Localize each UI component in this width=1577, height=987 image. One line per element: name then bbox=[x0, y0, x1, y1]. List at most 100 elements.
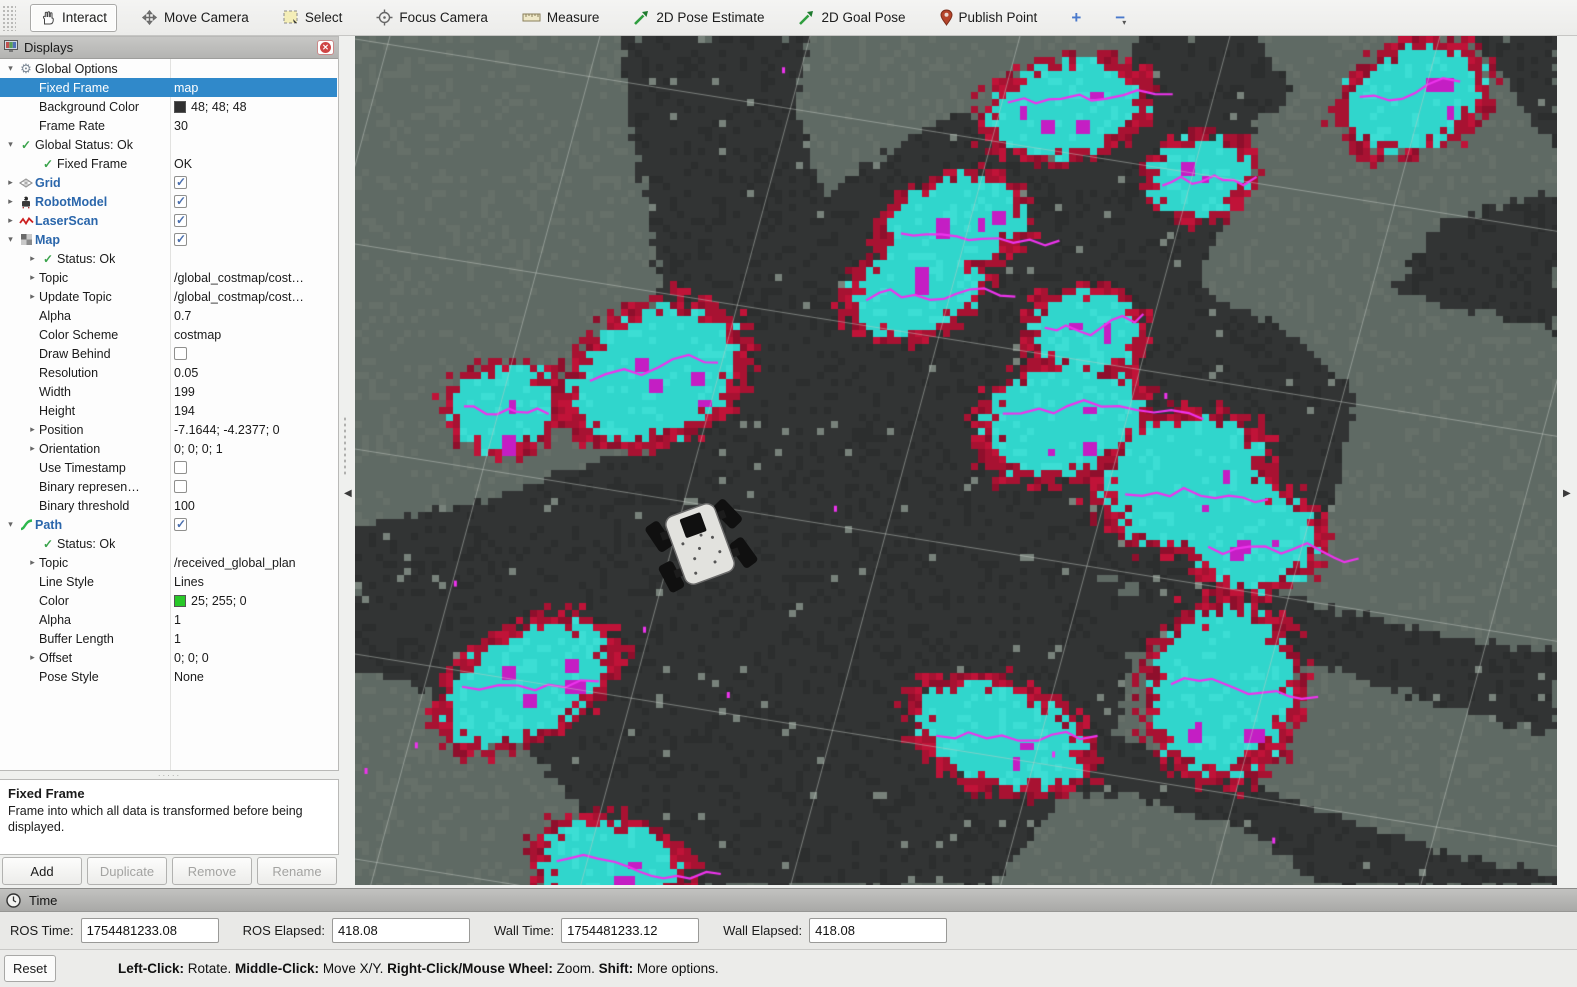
expander-closed-icon[interactable]: ▸ bbox=[26, 652, 39, 663]
tree-row-fixed-frame[interactable]: Fixed Framemap bbox=[0, 78, 337, 97]
expander-open-icon[interactable]: ▾ bbox=[4, 63, 17, 74]
property-value[interactable] bbox=[174, 477, 187, 496]
ros-elapsed-input[interactable] bbox=[332, 918, 470, 943]
property-value[interactable]: costmap bbox=[174, 325, 221, 344]
property-value[interactable]: 0; 0; 0 bbox=[174, 648, 209, 667]
property-value[interactable]: /global_costmap/cost… bbox=[174, 287, 304, 306]
tree-row-map[interactable]: ▾Map bbox=[0, 230, 337, 249]
rename-button[interactable]: Rename bbox=[257, 857, 337, 885]
tree-row-pose-style[interactable]: Pose StyleNone bbox=[0, 667, 337, 686]
property-value[interactable]: 0.05 bbox=[174, 363, 198, 382]
checkbox-checked[interactable] bbox=[174, 518, 187, 531]
expander-closed-icon[interactable]: ▸ bbox=[26, 557, 39, 568]
property-value[interactable]: -7.1644; -4.2377; 0 bbox=[174, 420, 280, 439]
duplicate-button[interactable]: Duplicate bbox=[87, 857, 167, 885]
tree-row-resolution[interactable]: Resolution0.05 bbox=[0, 363, 337, 382]
tool-button-measure[interactable]: Measure bbox=[512, 4, 610, 31]
tool-button-select[interactable]: Select bbox=[273, 4, 353, 31]
property-value[interactable] bbox=[174, 344, 187, 363]
expander-closed-icon[interactable]: ▸ bbox=[4, 177, 17, 188]
tool-button-move-camera[interactable]: Move Camera bbox=[131, 3, 259, 32]
property-value[interactable]: 48; 48; 48 bbox=[174, 97, 247, 116]
ros-time-input[interactable] bbox=[81, 918, 219, 943]
property-value[interactable] bbox=[174, 458, 187, 477]
tree-row-use-timestamp[interactable]: Use Timestamp bbox=[0, 458, 337, 477]
reset-button[interactable]: Reset bbox=[4, 955, 56, 982]
tree-row-color-scheme[interactable]: Color Schemecostmap bbox=[0, 325, 337, 344]
property-value[interactable]: 0.7 bbox=[174, 306, 191, 325]
tool-button-plus-icon[interactable]: + bbox=[1061, 3, 1091, 32]
checkbox-checked[interactable] bbox=[174, 176, 187, 189]
property-value[interactable]: 30 bbox=[174, 116, 188, 135]
property-value[interactable] bbox=[174, 230, 187, 249]
remove-button[interactable]: Remove bbox=[172, 857, 252, 885]
render-view[interactable] bbox=[355, 36, 1557, 885]
expander-closed-icon[interactable]: ▸ bbox=[26, 291, 39, 302]
wall-time-input[interactable] bbox=[561, 918, 699, 943]
tree-row-alpha[interactable]: Alpha0.7 bbox=[0, 306, 337, 325]
checkbox-checked[interactable] bbox=[174, 214, 187, 227]
tree-row-topic[interactable]: ▸Topic/global_costmap/cost… bbox=[0, 268, 337, 287]
expander-closed-icon[interactable]: ▸ bbox=[4, 215, 17, 226]
expander-open-icon[interactable]: ▾ bbox=[4, 519, 17, 530]
expander-open-icon[interactable]: ▾ bbox=[4, 139, 17, 150]
tree-row-offset[interactable]: ▸Offset0; 0; 0 bbox=[0, 648, 337, 667]
checkbox-unchecked[interactable] bbox=[174, 480, 187, 493]
tree-row-alpha[interactable]: Alpha1 bbox=[0, 610, 337, 629]
tree-row-path[interactable]: ▾Path bbox=[0, 515, 337, 534]
tree-row-grid[interactable]: ▸Grid bbox=[0, 173, 337, 192]
tree-row-global-options[interactable]: ▾⚙Global Options bbox=[0, 59, 337, 78]
tree-row-orientation[interactable]: ▸Orientation0; 0; 0; 1 bbox=[0, 439, 337, 458]
tool-button-2d-goal-pose[interactable]: 2D Goal Pose bbox=[788, 4, 915, 32]
checkbox-unchecked[interactable] bbox=[174, 461, 187, 474]
property-value[interactable] bbox=[174, 192, 187, 211]
tree-row-global-status-ok[interactable]: ▾✓Global Status: Ok bbox=[0, 135, 337, 154]
property-value[interactable]: OK bbox=[174, 154, 192, 173]
expander-closed-icon[interactable]: ▸ bbox=[26, 424, 39, 435]
property-value[interactable]: 0; 0; 0; 1 bbox=[174, 439, 223, 458]
tree-row-buffer-length[interactable]: Buffer Length1 bbox=[0, 629, 337, 648]
tool-button-focus-camera[interactable]: Focus Camera bbox=[366, 3, 498, 32]
property-value[interactable]: 25; 255; 0 bbox=[174, 591, 247, 610]
close-panel-button[interactable]: ✕ bbox=[317, 40, 334, 55]
property-value[interactable]: Lines bbox=[174, 572, 204, 591]
property-value[interactable]: None bbox=[174, 667, 204, 686]
property-value[interactable]: map bbox=[174, 78, 198, 97]
tree-row-background-color[interactable]: Background Color48; 48; 48 bbox=[0, 97, 337, 116]
property-value[interactable] bbox=[174, 211, 187, 230]
tree-row-height[interactable]: Height194 bbox=[0, 401, 337, 420]
tree-row-draw-behind[interactable]: Draw Behind bbox=[0, 344, 337, 363]
tool-button-publish-point[interactable]: Publish Point bbox=[930, 3, 1048, 32]
tree-row-position[interactable]: ▸Position-7.1644; -4.2377; 0 bbox=[0, 420, 337, 439]
checkbox-unchecked[interactable] bbox=[174, 347, 187, 360]
property-value[interactable]: 1 bbox=[174, 629, 181, 648]
expander-closed-icon[interactable]: ▸ bbox=[26, 443, 39, 454]
tree-row-status-ok[interactable]: ▸✓Status: Ok bbox=[0, 249, 337, 268]
checkbox-checked[interactable] bbox=[174, 233, 187, 246]
time-panel-titlebar[interactable]: Time bbox=[0, 888, 1577, 912]
left-view-splitter[interactable]: ◀ bbox=[339, 36, 355, 885]
tree-row-binary-threshold[interactable]: Binary threshold100 bbox=[0, 496, 337, 515]
checkbox-checked[interactable] bbox=[174, 195, 187, 208]
tree-row-robotmodel[interactable]: ▸RobotModel bbox=[0, 192, 337, 211]
collapse-left-arrow-icon[interactable]: ◀ bbox=[344, 488, 352, 499]
expander-open-icon[interactable]: ▾ bbox=[4, 234, 17, 245]
tree-row-color[interactable]: Color25; 255; 0 bbox=[0, 591, 337, 610]
tool-button-interact[interactable]: Interact bbox=[30, 4, 117, 32]
tool-button-minus-icon[interactable]: −▾ bbox=[1105, 2, 1136, 33]
property-value[interactable]: /global_costmap/cost… bbox=[174, 268, 304, 287]
tree-row-laserscan[interactable]: ▸LaserScan bbox=[0, 211, 337, 230]
tree-row-frame-rate[interactable]: Frame Rate30 bbox=[0, 116, 337, 135]
tree-row-topic[interactable]: ▸Topic/received_global_plan bbox=[0, 553, 337, 572]
tree-row-line-style[interactable]: Line StyleLines bbox=[0, 572, 337, 591]
expand-right-arrow-icon[interactable]: ▶ bbox=[1563, 488, 1571, 499]
tree-row-fixed-frame[interactable]: ✓Fixed FrameOK bbox=[0, 154, 337, 173]
add-button[interactable]: Add bbox=[2, 857, 82, 885]
property-value[interactable]: /received_global_plan bbox=[174, 553, 296, 572]
property-value[interactable] bbox=[174, 515, 187, 534]
property-value[interactable] bbox=[174, 173, 187, 192]
tree-row-status-ok[interactable]: ✓Status: Ok bbox=[0, 534, 337, 553]
tree-row-binary-represen-[interactable]: Binary represen… bbox=[0, 477, 337, 496]
wall-elapsed-input[interactable] bbox=[809, 918, 947, 943]
expander-closed-icon[interactable]: ▸ bbox=[26, 272, 39, 283]
